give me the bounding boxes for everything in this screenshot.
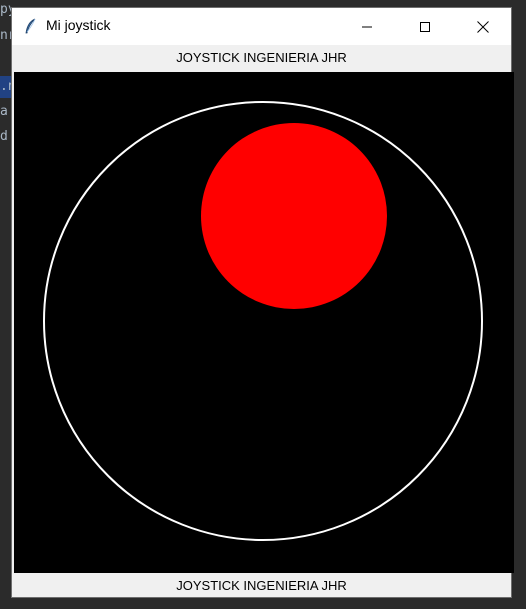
close-button[interactable] (454, 8, 512, 45)
joystick-window: Mi joystick JOYSTICK INGENIERIA JHR JOYS… (11, 7, 514, 598)
editor-fragment: d (0, 129, 8, 144)
joystick-drawing (14, 72, 514, 573)
window-title: Mi joystick (46, 17, 111, 33)
joystick-canvas[interactable] (14, 72, 514, 573)
joystick-knob[interactable] (201, 123, 387, 309)
bottom-title-label: JOYSTICK INGENIERIA JHR (176, 578, 347, 593)
editor-fragment: a (0, 104, 8, 119)
top-title-label: JOYSTICK INGENIERIA JHR (176, 50, 347, 65)
minimize-icon (362, 26, 372, 27)
background-right-strip (512, 0, 526, 609)
maximize-button[interactable] (396, 8, 454, 45)
close-icon (477, 20, 489, 33)
feather-icon (25, 18, 36, 34)
maximize-icon (420, 21, 430, 32)
title-bar[interactable]: Mi joystick (12, 8, 511, 45)
minimize-button[interactable] (338, 8, 396, 45)
